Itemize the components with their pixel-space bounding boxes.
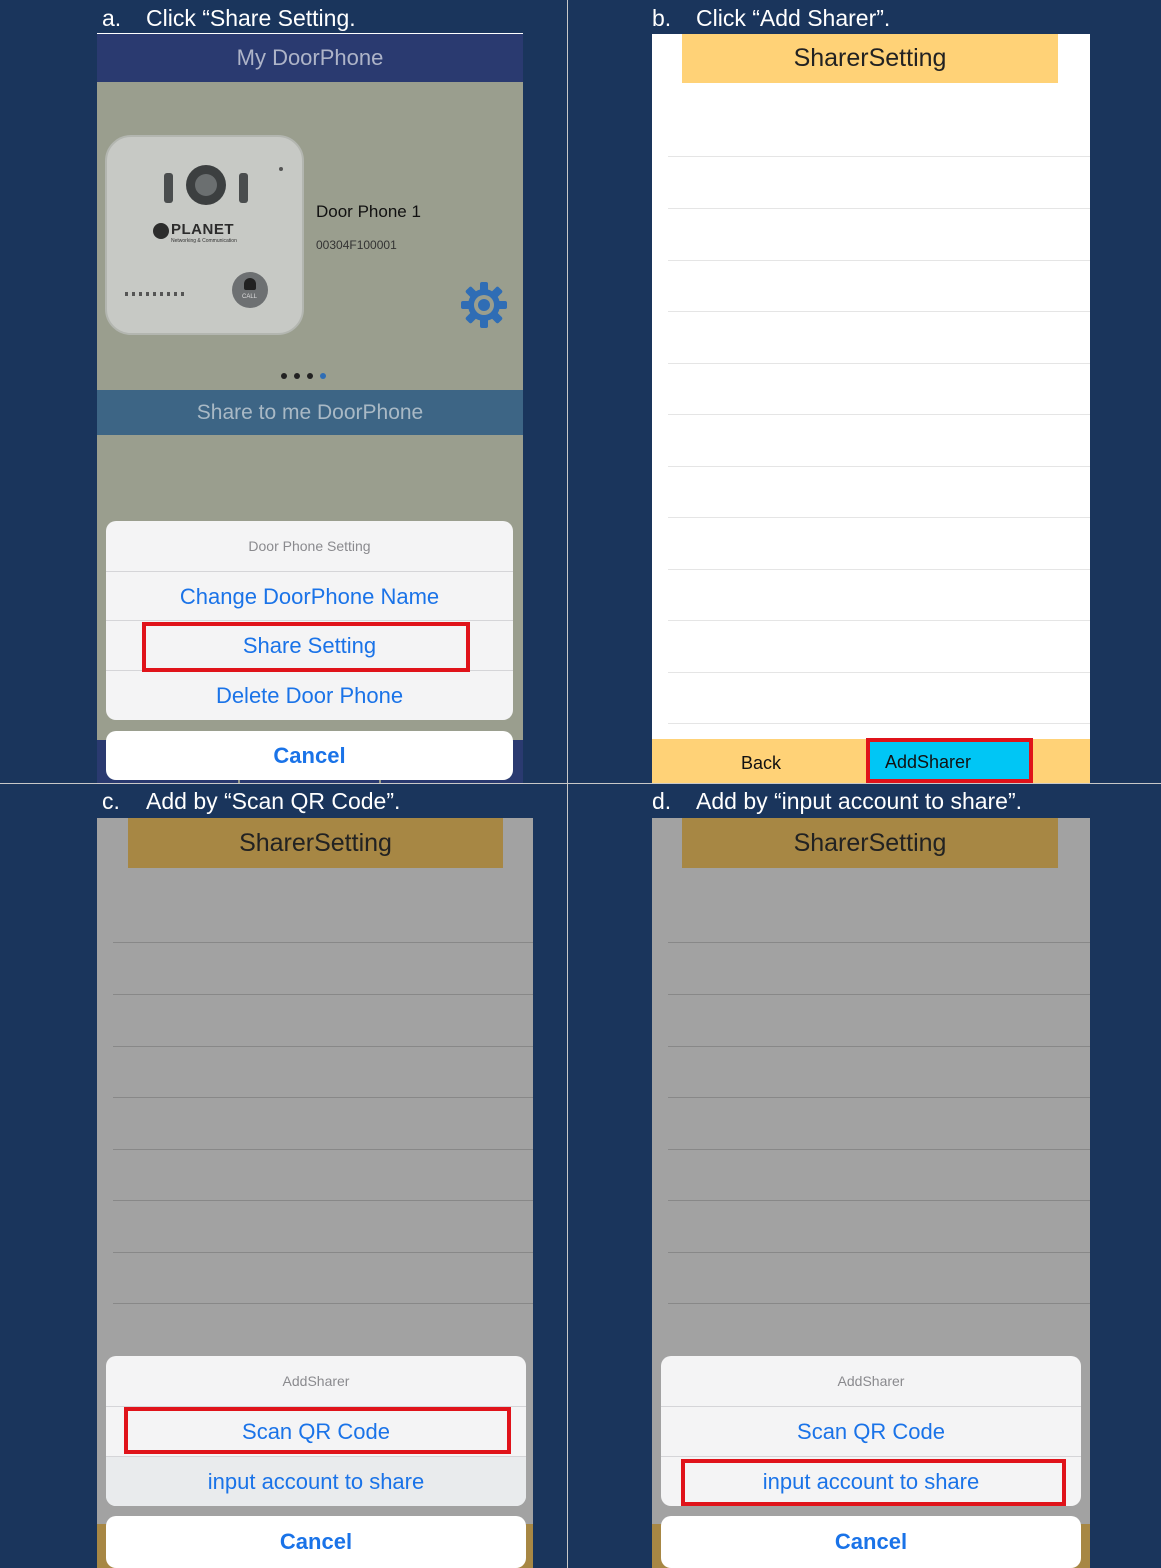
doorphone-device-image[interactable]: PLANET Networking & Communication CALL (105, 135, 304, 335)
screen-add-sharer-qr: SharerSetting AddSharer Scan QR Code inp… (97, 818, 533, 1568)
list-divider (668, 1149, 1090, 1150)
table-border (567, 0, 568, 1568)
screen-sharer-setting: SharerSetting Back AddSharer (652, 34, 1090, 783)
list-divider (113, 1097, 533, 1098)
highlight-scan-qr-code (124, 1407, 511, 1454)
list-divider (668, 363, 1090, 364)
list-divider (668, 260, 1090, 261)
list-divider (113, 1149, 533, 1150)
list-divider (668, 414, 1090, 415)
delete-door-phone-button[interactable]: Delete Door Phone (106, 670, 513, 720)
sensor-right (239, 173, 248, 203)
sheet-title: AddSharer (282, 1373, 350, 1389)
list-divider (113, 1252, 533, 1253)
bell-icon (244, 278, 256, 290)
call-button: CALL (232, 272, 268, 308)
list-divider (668, 1200, 1090, 1201)
sharer-setting-title: SharerSetting (682, 34, 1058, 83)
list-divider (668, 672, 1090, 673)
list-divider (668, 156, 1090, 157)
page-dot[interactable] (294, 373, 300, 379)
list-divider (668, 1252, 1090, 1253)
table-border (0, 783, 1161, 784)
panel-d: d. Add by “input account to share”. Share… (568, 784, 1161, 1568)
list-divider (113, 994, 533, 995)
brand-tagline: Networking & Communication (171, 238, 237, 244)
indicator-dot (279, 167, 283, 171)
panel-b: b. Click “Add Sharer”. SharerSetting Back… (568, 0, 1161, 783)
scan-qr-code-button[interactable]: Scan QR Code (661, 1406, 1081, 1457)
caption-d: d. Add by “input account to share”. (652, 788, 1023, 814)
list-divider (668, 1046, 1090, 1047)
list-divider (668, 942, 1090, 943)
sharer-setting-title: SharerSetting (128, 818, 503, 868)
list-divider (668, 994, 1090, 995)
keypad-dots (125, 292, 187, 296)
list-divider (113, 1303, 533, 1304)
list-divider (668, 466, 1090, 467)
device-name: Door Phone 1 (316, 202, 421, 221)
screen-add-sharer-input: SharerSetting AddSharer Scan QR Code inp… (652, 818, 1090, 1568)
list-divider (113, 942, 533, 943)
device-id: 00304F100001 (316, 238, 397, 252)
sensor-left (164, 173, 173, 203)
gear-icon[interactable] (459, 280, 509, 330)
highlight-add-sharer (866, 738, 1033, 783)
screen-my-doorphone: My DoorPhone PLANET Networking & Communi… (97, 34, 523, 783)
page-dot-active[interactable] (320, 373, 326, 379)
list-divider (668, 208, 1090, 209)
list-divider (668, 311, 1090, 312)
input-account-button[interactable]: input account to share (106, 1456, 526, 1506)
panel-c: c. Add by “Scan QR Code”. SharerSetting A… (0, 784, 567, 1568)
sheet-title: AddSharer (837, 1373, 905, 1389)
sharer-setting-title: SharerSetting (682, 818, 1058, 868)
planet-logo-icon (153, 223, 169, 239)
list-divider (113, 1200, 533, 1201)
cancel-button[interactable]: Cancel (106, 731, 513, 780)
list-divider (668, 723, 1090, 724)
caption-b: b. Click “Add Sharer”. (652, 5, 891, 31)
list-divider (668, 517, 1090, 518)
caption-a: a. Click “Share Setting. (102, 5, 356, 31)
page-dot[interactable] (281, 373, 287, 379)
call-label: CALL (242, 294, 258, 300)
sheet-title: Door Phone Setting (248, 538, 371, 554)
share-to-me-header: Share to me DoorPhone (97, 390, 523, 435)
list-divider (668, 569, 1090, 570)
camera-lens-inner (195, 174, 217, 196)
panel-a: a. Click “Share Setting. My DoorPhone PLA… (0, 0, 567, 783)
cancel-button[interactable]: Cancel (661, 1516, 1081, 1568)
change-doorphone-name-button[interactable]: Change DoorPhone Name (106, 571, 513, 621)
back-button[interactable]: Back (692, 744, 830, 782)
door-phone-setting-sheet: Door Phone Setting Change DoorPhone Name… (106, 521, 513, 720)
list-divider (113, 1046, 533, 1047)
list-divider (668, 1303, 1090, 1304)
page-indicator (281, 373, 341, 381)
list-divider (668, 1097, 1090, 1098)
list-divider (668, 620, 1090, 621)
brand-logo: PLANET (171, 221, 234, 238)
highlight-share-setting (142, 622, 470, 672)
cancel-button[interactable]: Cancel (106, 1516, 526, 1568)
page-dot[interactable] (307, 373, 313, 379)
caption-c: c. Add by “Scan QR Code”. (102, 788, 401, 814)
app-header: My DoorPhone (97, 34, 523, 82)
header-title: My DoorPhone (236, 45, 384, 70)
highlight-input-account (681, 1459, 1066, 1506)
